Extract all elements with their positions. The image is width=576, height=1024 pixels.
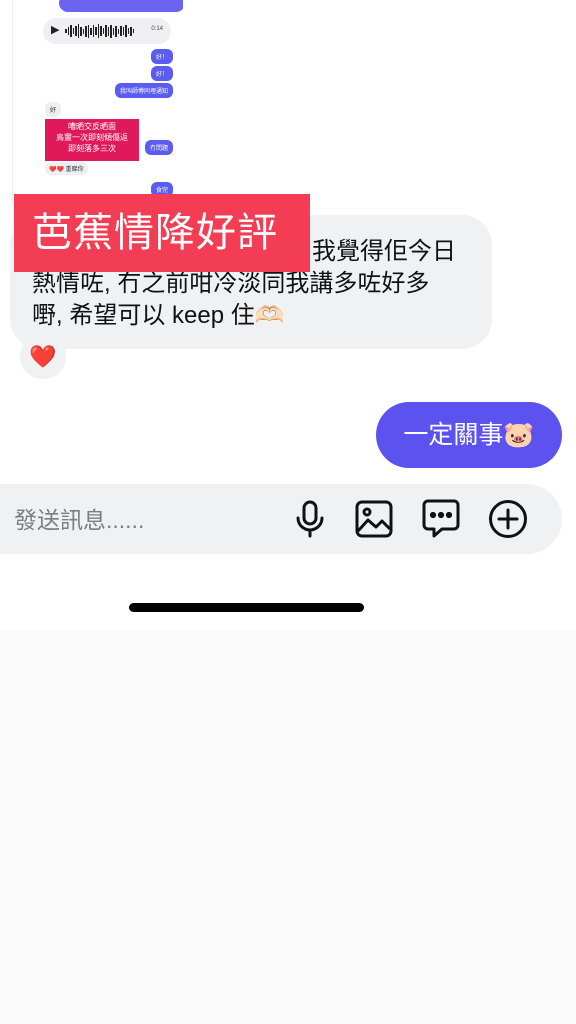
embedded-highlight-card: 嘈晒交反晒面 鳥靈一次即刻傾傷返 即刻落多三次 <box>45 119 139 161</box>
highlight-line: 鳥靈一次即刻傾傷返 <box>56 133 128 142</box>
embedded-out-message: 我叫師傅同埋通知 <box>114 83 173 98</box>
embedded-out-message: 冇問題 <box>144 140 173 155</box>
highlight-line: 即刻落多三次 <box>68 144 116 153</box>
embedded-in-message: 好 <box>45 102 62 117</box>
message-line: 嘢, 希望可以 keep 住🫶🏻 <box>32 302 285 329</box>
microphone-icon[interactable] <box>288 497 332 541</box>
caption-banner: 芭蕉情降好評 <box>14 194 310 272</box>
chat-bubble-icon[interactable] <box>419 497 463 541</box>
embedded-reaction: ❤️❤️ 重睇你 <box>45 162 88 175</box>
message-line: 熱情咗, 冇之前咁冷淡同我講多咗好多 <box>32 270 430 297</box>
embedded-top-bubble <box>59 0 183 12</box>
chat-area: ▶ 0:14 好！ 好！ 我叫師傅同埋通知 好 嘈晒交反晒面 鳥靈一次即刻傾傷返… <box>0 0 576 630</box>
home-indicator[interactable] <box>129 603 364 612</box>
embedded-voice-message: ▶ 0:14 <box>43 18 171 44</box>
embedded-out-message: 好！ <box>150 49 173 64</box>
image-icon[interactable] <box>352 497 396 541</box>
outgoing-message-bubble[interactable]: 一定關事🐷 <box>376 402 562 468</box>
voice-duration: 0:14 <box>151 26 163 32</box>
embedded-screenshot[interactable]: ▶ 0:14 好！ 好！ 我叫師傅同埋通知 好 嘈晒交反晒面 鳥靈一次即刻傾傷返… <box>12 0 183 205</box>
embedded-out-message: 好！ <box>150 66 173 81</box>
message-composer <box>0 484 562 554</box>
heart-reaction[interactable]: ❤️ <box>20 335 66 379</box>
highlight-line: 嘈晒交反晒面 <box>68 122 116 131</box>
play-icon: ▶ <box>51 24 60 36</box>
plus-circle-icon[interactable] <box>486 497 530 541</box>
message-input[interactable] <box>12 501 266 539</box>
waveform-icon <box>65 24 134 38</box>
